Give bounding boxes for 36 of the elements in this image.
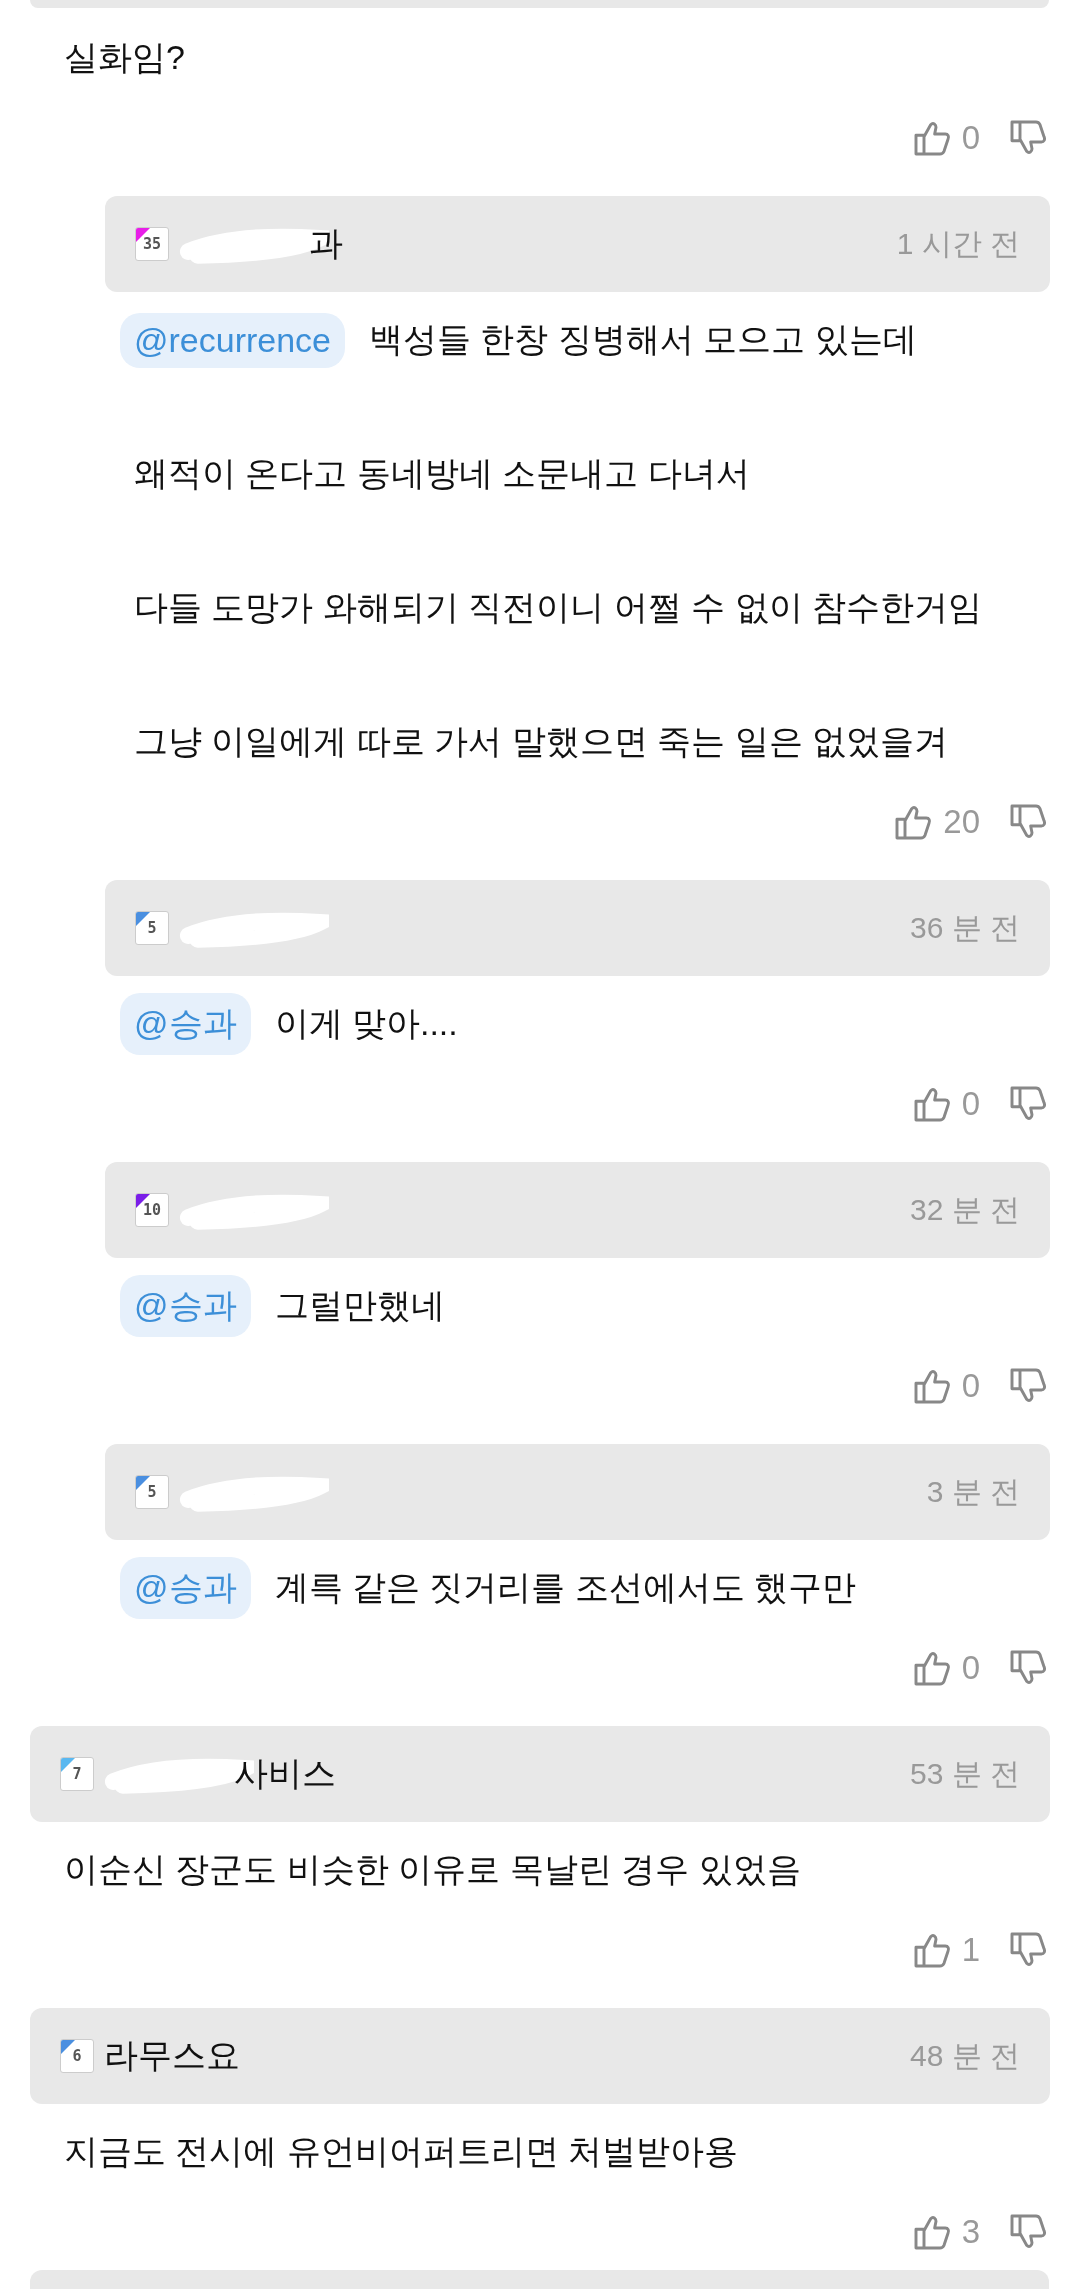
like-count: 0 (961, 119, 980, 157)
level-number: 5 (147, 919, 157, 937)
mention-link[interactable]: @승과 (120, 1275, 251, 1337)
like-count: 20 (943, 803, 980, 841)
username: 과 (309, 223, 343, 264)
timestamp: 48 분 전 (909, 2037, 1020, 2074)
comment-text: 백성들 한창 징병해서 모으고 있는데 (369, 319, 917, 360)
like-count: 0 (961, 1367, 980, 1405)
mention-link[interactable]: @승과 (120, 993, 251, 1055)
timestamp: 1 시간 전 (896, 225, 1020, 262)
comment-text: 왜적이 온다고 동네방네 소문내고 다녀서 (134, 453, 750, 494)
comment-text: 이순신 장군도 비슷한 이유로 목날린 경우 있었음 (64, 1849, 801, 1890)
level-number: 10 (142, 1201, 162, 1219)
mention-link[interactable]: @recurrence (120, 312, 346, 368)
comment-text: 그냥 이일에게 따로 가서 말했으면 죽는 일은 없었을겨 (134, 721, 949, 762)
comment-text: 이게 맞아.... (274, 1003, 458, 1044)
comment-text: 그럴만했네 (274, 1285, 445, 1326)
comment-text: 실화임? (64, 37, 185, 78)
comment-text: 계륵 같은 짓거리를 조선에서도 했구만 (274, 1567, 857, 1608)
username: 사비스 (234, 1753, 336, 1794)
like-count: 3 (961, 2213, 980, 2251)
timestamp: 32 분 전 (909, 1191, 1020, 1228)
mention-link[interactable]: @승과 (120, 1557, 251, 1619)
level-number: 6 (72, 2047, 82, 2065)
username: 라무스요 (104, 2035, 240, 2076)
comment-text: 다들 도망가 와해되기 직전이니 어쩔 수 없이 참수한거임 (134, 587, 983, 628)
level-number: 5 (147, 1483, 157, 1501)
timestamp: 3 분 전 (926, 1473, 1020, 1510)
like-count: 0 (961, 1085, 980, 1123)
like-count: 0 (961, 1649, 980, 1687)
timestamp: 36 분 전 (909, 909, 1020, 946)
like-count: 1 (961, 1931, 980, 1969)
level-number: 35 (142, 235, 162, 253)
level-number: 7 (72, 1765, 82, 1783)
comment-text: 지금도 전시에 유언비어퍼트리면 처벌받아용 (64, 2131, 739, 2172)
timestamp: 53 분 전 (909, 1755, 1020, 1792)
